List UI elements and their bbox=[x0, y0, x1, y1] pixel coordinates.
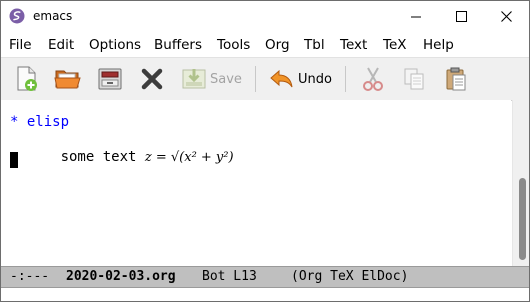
close-window-button[interactable] bbox=[484, 1, 529, 32]
menu-text[interactable]: Text bbox=[340, 37, 367, 53]
dired-button[interactable] bbox=[97, 64, 123, 94]
buffer-text-area[interactable]: * elisp some text z = √(x² + y²) bbox=[1, 100, 511, 266]
new-file-icon bbox=[17, 66, 37, 91]
text-cursor bbox=[10, 152, 18, 168]
modeline-status: -:--- bbox=[10, 269, 50, 284]
minimize-icon bbox=[411, 16, 421, 18]
paste-button[interactable] bbox=[444, 64, 468, 94]
copy-icon bbox=[404, 68, 424, 90]
menu-file[interactable]: File bbox=[9, 37, 32, 53]
save-label: Save bbox=[210, 71, 242, 87]
menu-buffers[interactable]: Buffers bbox=[154, 37, 202, 53]
menu-edit[interactable]: Edit bbox=[48, 37, 74, 53]
plain-text: some text bbox=[60, 149, 145, 165]
maximize-icon bbox=[456, 11, 467, 22]
open-folder-icon bbox=[54, 70, 81, 89]
save-icon bbox=[182, 69, 206, 89]
mode-line[interactable]: -:--- 2020-02-03.org Bot L13 (Org TeX El… bbox=[1, 266, 529, 288]
maximize-button[interactable] bbox=[439, 1, 484, 32]
open-file-button[interactable] bbox=[54, 64, 82, 94]
paste-icon bbox=[446, 67, 466, 91]
modeline-modes[interactable]: (Org TeX ElDoc) bbox=[291, 269, 408, 284]
menu-bar: File Edit Options Buffers Tools Org Tbl … bbox=[1, 32, 529, 57]
tool-bar: Save Undo bbox=[1, 57, 529, 101]
save-button[interactable]: Save bbox=[181, 64, 242, 94]
modeline-buffer-name[interactable]: 2020-02-03.org bbox=[66, 269, 176, 284]
org-heading: * elisp bbox=[10, 114, 70, 130]
menu-org[interactable]: Org bbox=[265, 37, 290, 53]
latex-preview: z = √(x² + y²) bbox=[144, 150, 234, 165]
scrollbar-thumb[interactable] bbox=[519, 178, 526, 260]
kill-buffer-button[interactable] bbox=[141, 64, 163, 94]
undo-button[interactable]: Undo bbox=[269, 64, 332, 94]
vertical-scrollbar[interactable] bbox=[512, 100, 529, 266]
emacs-window: emacs File Edit Options Buffers Tools Or… bbox=[0, 0, 530, 302]
toolbar-separator bbox=[345, 66, 346, 92]
text-line: some text z = √(x² + y²) bbox=[10, 133, 234, 181]
undo-label: Undo bbox=[298, 71, 332, 87]
close-x-icon bbox=[141, 68, 163, 90]
emacs-logo-icon bbox=[9, 8, 25, 24]
menu-help[interactable]: Help bbox=[423, 37, 454, 53]
minibuffer[interactable] bbox=[1, 288, 529, 301]
new-file-button[interactable] bbox=[15, 64, 39, 94]
minimize-button[interactable] bbox=[394, 1, 439, 32]
window-title: emacs bbox=[33, 9, 73, 23]
cut-button[interactable] bbox=[361, 64, 385, 94]
menu-options[interactable]: Options bbox=[89, 37, 141, 53]
toolbar-separator bbox=[255, 66, 256, 92]
dired-icon bbox=[98, 68, 122, 90]
undo-icon bbox=[270, 69, 293, 88]
menu-tbl[interactable]: Tbl bbox=[304, 37, 325, 53]
close-icon bbox=[501, 11, 512, 22]
cut-icon bbox=[363, 67, 383, 91]
copy-button[interactable] bbox=[402, 64, 426, 94]
menu-tools[interactable]: Tools bbox=[217, 37, 250, 53]
modeline-position: Bot L13 bbox=[202, 269, 257, 284]
title-bar[interactable]: emacs bbox=[1, 1, 529, 32]
menu-tex[interactable]: TeX bbox=[383, 37, 407, 53]
